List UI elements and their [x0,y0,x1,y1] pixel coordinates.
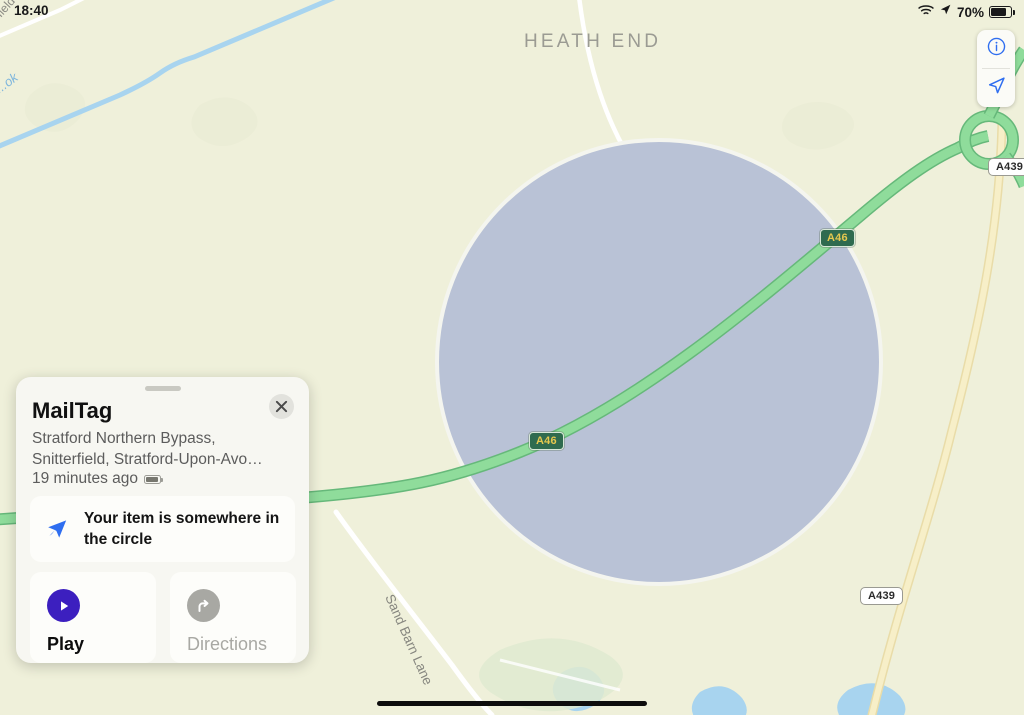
play-button[interactable]: Play [30,572,156,663]
close-button[interactable] [269,394,294,419]
sheet-grabber-handle[interactable] [144,386,181,391]
close-icon [275,400,288,413]
item-title: MailTag [32,398,113,423]
locate-button[interactable] [977,69,1015,107]
road-shield-a46: A46 [820,229,855,247]
item-timestamp-row: 19 minutes ago [32,470,163,488]
item-status-row: Your item is somewhere in the circle [30,496,295,562]
home-indicator[interactable] [377,701,647,706]
play-button-label: Play [47,634,85,654]
paper-plane-icon [30,518,84,540]
screen: HEATH END ...ok ...field Lan... Sand Bar… [0,0,1024,715]
item-status-message: Your item is somewhere in the circle [84,510,280,548]
road-shield-a46: A46 [529,432,564,450]
item-detail-card[interactable]: MailTag Stratford Northern Bypass, Snitt… [16,377,309,663]
info-button[interactable] [977,30,1015,68]
location-arrow-icon [986,75,1007,101]
info-circle-icon [986,36,1007,62]
item-actions: Play Directions [30,572,296,663]
map-controls [977,30,1015,107]
item-address: Stratford Northern Bypass, Snitterfield,… [32,430,263,468]
item-timestamp: 19 minutes ago [32,470,138,487]
battery-icon [144,474,163,484]
road-shield-a439: A439 [860,587,904,605]
turn-right-arrow-icon [187,589,220,622]
directions-button[interactable]: Directions [170,572,296,663]
play-circle-icon [47,589,80,622]
road-shield-a439: A439 [988,158,1024,176]
directions-button-label: Directions [187,634,268,654]
